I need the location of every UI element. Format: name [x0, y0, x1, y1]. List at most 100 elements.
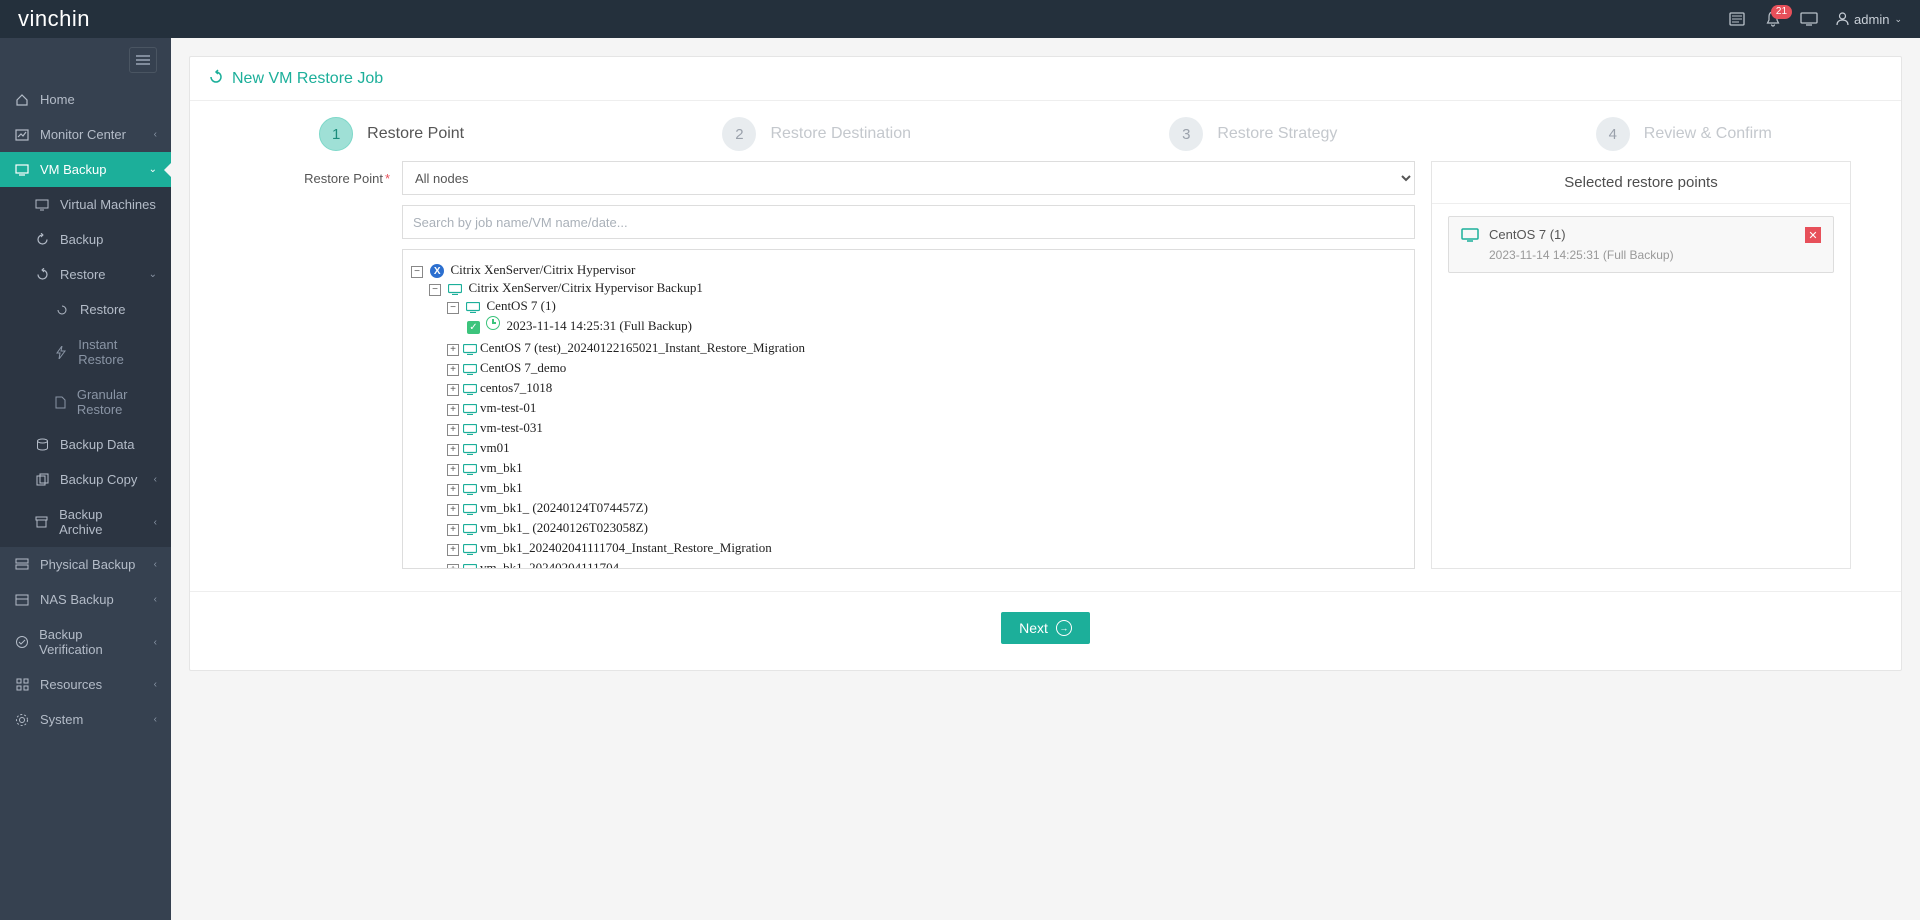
tree-node-vm[interactable]: +vm_bk1 — [447, 458, 1408, 478]
sidebar-item-resources[interactable]: Resources ‹ — [0, 667, 171, 702]
sidebar-item-virtualmachines[interactable]: Virtual Machines — [0, 187, 171, 222]
node-select[interactable]: All nodes — [402, 161, 1415, 195]
tree-node-vm[interactable]: +vm_bk1_202402041111704_Instant_Restore_… — [447, 538, 1408, 558]
sidebar-item-backuparchive[interactable]: Backup Archive ‹ — [0, 497, 171, 547]
hamburger-icon[interactable] — [129, 47, 157, 73]
sidebar-item-label: System — [40, 712, 83, 727]
step-4[interactable]: 4 Review & Confirm — [1596, 117, 1772, 151]
sidebar-item-backupdata[interactable]: Backup Data — [0, 427, 171, 462]
bell-icon[interactable]: 21 — [1764, 12, 1782, 26]
tree-node-vm[interactable]: +centos7_1018 — [447, 378, 1408, 398]
sidebar-item-label: Backup Verification — [39, 627, 144, 657]
expand-icon[interactable]: + — [447, 424, 459, 436]
expand-icon[interactable]: + — [447, 564, 459, 569]
topbar: vinchin 21 admin ⌄ — [0, 0, 1920, 38]
vm-icon — [463, 484, 477, 495]
expand-icon[interactable]: + — [447, 524, 459, 536]
expand-icon[interactable]: + — [447, 464, 459, 476]
collapse-icon[interactable]: − — [447, 302, 459, 314]
sidebar-item-system[interactable]: System ‹ — [0, 702, 171, 737]
display-icon[interactable] — [1800, 12, 1818, 26]
vm-icon — [463, 384, 477, 395]
tree-node-vm[interactable]: +vm-test-01 — [447, 398, 1408, 418]
sidebar-item-label: Backup Copy — [60, 472, 137, 487]
step-1[interactable]: 1 Restore Point — [319, 117, 464, 151]
tree-node-job[interactable]: − Citrix XenServer/Citrix Hypervisor Bac… — [429, 278, 1408, 569]
vm-icon — [463, 464, 477, 475]
checked-icon[interactable]: ✓ — [467, 321, 480, 334]
tree-node-vm[interactable]: + vm-test-031 — [447, 418, 1408, 438]
sidebar-item-physicalbackup[interactable]: Physical Backup ‹ — [0, 547, 171, 582]
tree-node-platform[interactable]: − X Citrix XenServer/Citrix Hypervisor −… — [411, 260, 1408, 569]
sidebar-item-monitor[interactable]: Monitor Center ‹ — [0, 117, 171, 152]
sidebar: Home Monitor Center ‹ VM Backup ⌄ Virtua… — [0, 38, 171, 920]
restore-point-tree[interactable]: − X Citrix XenServer/Citrix Hypervisor −… — [402, 249, 1415, 569]
chevron-left-icon: ‹ — [154, 517, 157, 528]
chevron-left-icon: ‹ — [154, 637, 157, 648]
remove-button[interactable]: ✕ — [1805, 227, 1821, 243]
footer: Next → — [190, 591, 1901, 670]
vm-icon — [463, 524, 477, 535]
topbar-right: 21 admin ⌄ — [1728, 12, 1902, 27]
chevron-left-icon: ‹ — [154, 129, 157, 140]
expand-icon[interactable]: + — [447, 544, 459, 556]
tree-label: 2023-11-14 14:25:31 (Full Backup) — [507, 318, 692, 333]
step-label: Restore Destination — [770, 125, 911, 143]
sidebar-item-instantrestore[interactable]: Instant Restore — [0, 327, 171, 377]
refresh-icon — [34, 233, 50, 246]
vm-icon — [463, 444, 477, 455]
expand-icon[interactable]: + — [447, 444, 459, 456]
copy-icon — [34, 473, 50, 486]
tree-label: vm_bk1 — [480, 480, 523, 495]
collapse-icon[interactable]: − — [411, 266, 423, 278]
tree-label: vm-test-031 — [480, 420, 543, 435]
chevron-down-icon: ⌄ — [1894, 14, 1902, 25]
tree-label: Citrix XenServer/Citrix Hypervisor — [451, 262, 636, 277]
tree-node-vm[interactable]: +vm_bk1_ (20240126T023058Z) — [447, 518, 1408, 538]
tree-label: CentOS 7 (1) — [487, 298, 556, 313]
form-left: Restore Point* All nodes − — [240, 161, 1415, 569]
step-label: Restore Strategy — [1217, 125, 1337, 143]
sidebar-item-backupverification[interactable]: Backup Verification ‹ — [0, 617, 171, 667]
next-button[interactable]: Next → — [1001, 612, 1090, 644]
logo-chin: chin — [48, 6, 90, 32]
tree-node-vm[interactable]: +CentOS 7_demo — [447, 358, 1408, 378]
step-label: Restore Point — [367, 125, 464, 143]
selected-restore-points-panel: Selected restore points CentOS 7 (1) 202… — [1431, 161, 1851, 569]
sidebar-item-granularrestore[interactable]: Granular Restore — [0, 377, 171, 427]
user-menu[interactable]: admin ⌄ — [1836, 12, 1902, 27]
log-icon[interactable] — [1728, 12, 1746, 26]
main-panel: New VM Restore Job 1 Restore Point 2 Res… — [189, 56, 1902, 671]
sidebar-item-label: Physical Backup — [40, 557, 135, 572]
sidebar-item-home[interactable]: Home — [0, 82, 171, 117]
expand-icon[interactable]: + — [447, 404, 459, 416]
expand-icon[interactable]: + — [447, 364, 459, 376]
tree-node-restorepoint[interactable]: ✓ 2023-11-14 14:25:31 (Full Backup) — [465, 314, 1408, 336]
sidebar-item-vmbackup[interactable]: VM Backup ⌄ — [0, 152, 171, 187]
expand-icon[interactable]: + — [447, 384, 459, 396]
sidebar-item-restore[interactable]: Restore ⌄ — [0, 257, 171, 292]
tree-node-vm[interactable]: +vm01 — [447, 438, 1408, 458]
tree-node-vm[interactable]: +CentOS 7 (test)_20240122165021_Instant_… — [447, 338, 1408, 358]
tree-node-vm[interactable]: +vm_bk1_ (20240124T074457Z) — [447, 498, 1408, 518]
sidebar-item-nasbackup[interactable]: NAS Backup ‹ — [0, 582, 171, 617]
selected-vm-name: CentOS 7 (1) — [1489, 227, 1795, 242]
expand-icon[interactable]: + — [447, 344, 459, 356]
chevron-left-icon: ‹ — [154, 679, 157, 690]
sidebar-item-backup[interactable]: Backup — [0, 222, 171, 257]
vm-icon — [463, 504, 477, 515]
expand-icon[interactable]: + — [447, 504, 459, 516]
sidebar-item-backupcopy[interactable]: Backup Copy ‹ — [0, 462, 171, 497]
tree-node-vm-open[interactable]: − CentOS 7 (1) ✓ — [447, 296, 1408, 338]
notification-badge: 21 — [1771, 5, 1792, 19]
sidebar-item-label: Backup Data — [60, 437, 134, 452]
tree-node-vm[interactable]: + vm_bk1 — [447, 478, 1408, 498]
search-input[interactable] — [402, 205, 1415, 239]
tree-node-vm[interactable]: +vm_bk1_20240204111704 — [447, 558, 1408, 569]
sidebar-item-restore-sub[interactable]: Restore — [0, 292, 171, 327]
expand-icon[interactable]: + — [447, 484, 459, 496]
step-3[interactable]: 3 Restore Strategy — [1169, 117, 1337, 151]
server-icon — [14, 558, 30, 571]
step-2[interactable]: 2 Restore Destination — [722, 117, 911, 151]
collapse-icon[interactable]: − — [429, 284, 441, 296]
